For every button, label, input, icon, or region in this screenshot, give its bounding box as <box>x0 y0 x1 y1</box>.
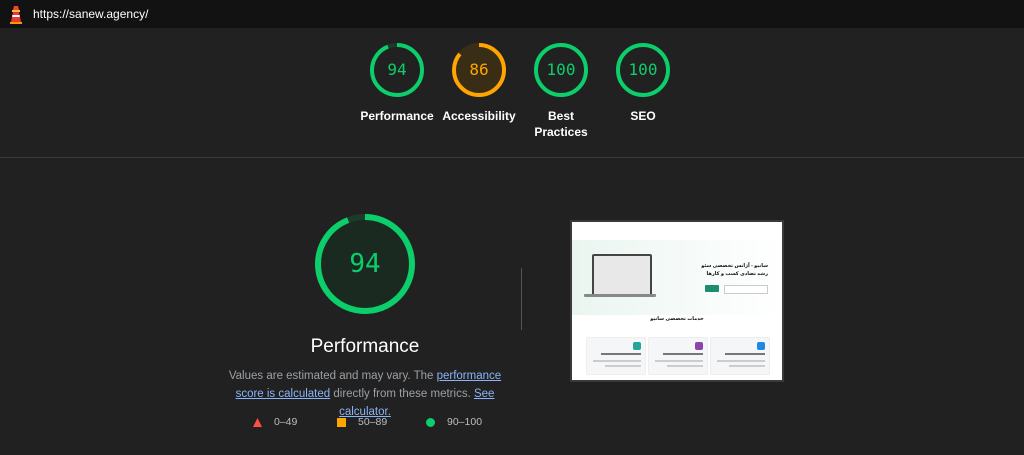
performance-title: Performance <box>310 336 420 357</box>
thumb-input <box>724 285 768 294</box>
gauge-label: Accessibility <box>442 109 516 123</box>
card-line <box>725 353 765 355</box>
legend-range: 0–49 <box>274 416 298 428</box>
score-value: 86 <box>469 60 489 79</box>
card-line <box>667 365 703 367</box>
desc-text: directly from these metrics. <box>330 388 474 400</box>
score-ring: 100 <box>615 42 671 98</box>
category-gauges: 94 Performance 86 Accessibility 100 Best… <box>0 42 1024 152</box>
card-line <box>729 365 765 367</box>
card-line <box>605 365 641 367</box>
gauge-accessibility[interactable]: 86 Accessibility <box>439 42 519 124</box>
score-legend: 0–49 50–89 90–100 <box>0 416 1024 432</box>
performance-description: Values are estimated and may vary. The p… <box>222 367 508 421</box>
thumb-hero-title: سانیو - آژانس تخصصی سئو رشد تضادی کسب و ک… <box>701 262 768 278</box>
legend-pass: 90–100 <box>426 416 482 428</box>
thumb-card <box>710 337 770 375</box>
thumb-button <box>705 285 719 292</box>
card-line <box>663 353 703 355</box>
gauge-label: Best Practices <box>534 109 588 139</box>
card-icon <box>757 342 765 350</box>
circle-icon <box>426 417 435 427</box>
score-value: 100 <box>628 60 658 79</box>
thumb-card <box>648 337 708 375</box>
card-line <box>593 360 641 362</box>
legend-fail: 0–49 <box>253 416 297 428</box>
legend-range: 50–89 <box>358 416 388 428</box>
score-ring: 86 <box>451 42 507 98</box>
gauge-best-practices[interactable]: 100 Best Practices <box>521 42 601 140</box>
laptop-image <box>592 254 652 296</box>
laptop-base <box>584 294 656 297</box>
gauge-label: SEO <box>630 109 656 123</box>
section-divider <box>0 157 1024 158</box>
top-bar: https://sanew.agency/ <box>0 0 1024 28</box>
legend-range: 90–100 <box>447 416 483 428</box>
card-line <box>717 360 765 362</box>
final-screenshot[interactable]: سانیو - آژانس تخصصی سئو رشد تضادی کسب و ک… <box>570 220 784 382</box>
score-value: 94 <box>387 60 407 79</box>
performance-score-value: 94 <box>349 249 381 279</box>
performance-gauge-large: 94 <box>313 212 417 316</box>
score-ring: 94 <box>369 42 425 98</box>
card-line <box>601 353 641 355</box>
page-url[interactable]: https://sanew.agency/ <box>33 7 148 21</box>
vertical-divider <box>521 268 522 330</box>
thumb-title-line: سانیو - آژانس تخصصی سئو <box>701 263 768 269</box>
thumb-navbar <box>572 222 782 241</box>
card-icon <box>633 342 641 350</box>
gauge-performance[interactable]: 94 Performance <box>357 42 437 124</box>
triangle-icon <box>253 417 262 427</box>
desc-text: Values are estimated and may vary. The <box>228 370 437 382</box>
score-ring: 100 <box>533 42 589 98</box>
lighthouse-icon <box>10 6 22 24</box>
card-icon <box>695 342 703 350</box>
legend-average: 50–89 <box>337 416 387 428</box>
card-line <box>655 360 703 362</box>
gauge-seo[interactable]: 100 SEO <box>603 42 683 124</box>
thumb-section-title: خدمات تخصصی سانیو <box>650 316 704 322</box>
square-icon <box>337 417 346 427</box>
score-value: 100 <box>546 60 576 79</box>
gauge-label: Performance <box>360 109 434 123</box>
thumb-title-line: رشد تضادی کسب و کارها <box>706 271 768 277</box>
thumb-card <box>586 337 646 375</box>
